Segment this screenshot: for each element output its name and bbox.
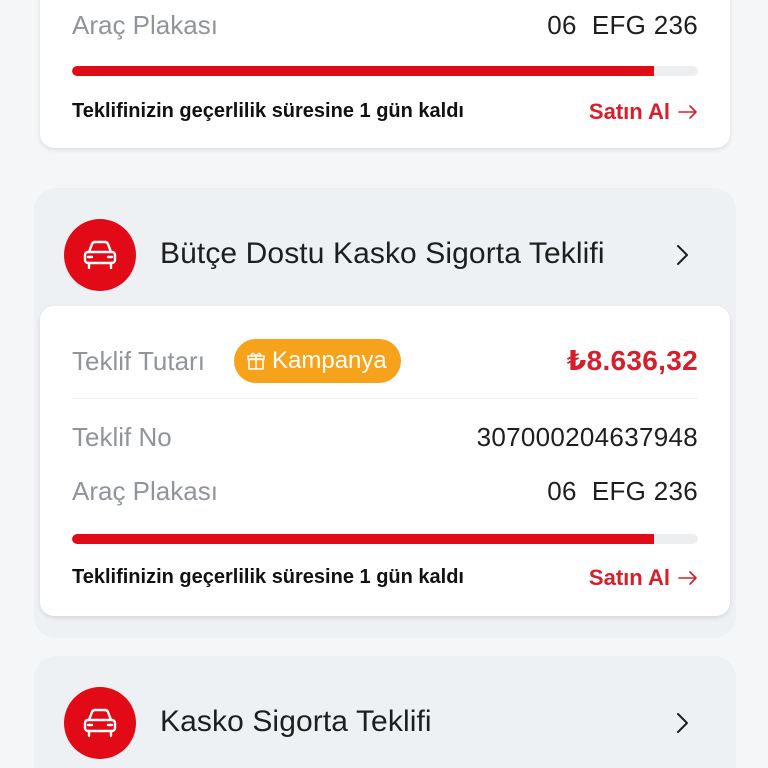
amount-label: Teklif Tutarı bbox=[72, 346, 205, 376]
validity-footer: Teklifinizin geçerlilik süresine 1 gün k… bbox=[72, 96, 698, 128]
offer-detail-card-previous: Araç Plakası 06 EFG 236 Teklifinizin geç… bbox=[40, 0, 730, 148]
buy-button[interactable]: Satın Al bbox=[589, 98, 698, 126]
car-icon bbox=[64, 219, 136, 291]
plate-label: Araç Plakası bbox=[72, 476, 218, 506]
chevron-right-icon[interactable] bbox=[670, 711, 694, 735]
offer-group-header[interactable]: Kasko Sigorta Teklifi bbox=[34, 656, 736, 768]
validity-progress-fill bbox=[72, 66, 655, 76]
validity-footer: Teklifinizin geçerlilik süresine 1 gün k… bbox=[72, 562, 698, 594]
arrow-right-icon bbox=[678, 105, 697, 119]
offers-screen: Araç Plakası 06 EFG 236 Teklifinizin geç… bbox=[0, 0, 768, 768]
amount-row: Teklif Tutarı Kampanya ₺8.636,32 bbox=[72, 339, 698, 383]
offer-group-title: Kasko Sigorta Teklifi bbox=[160, 705, 432, 738]
offer-group-kasko: Kasko Sigorta Teklifi bbox=[34, 656, 736, 768]
car-icon bbox=[64, 687, 136, 759]
campaign-badge: Kampanya bbox=[234, 339, 401, 383]
validity-progress-fill bbox=[72, 534, 655, 544]
validity-progress bbox=[72, 534, 698, 544]
offer-detail-card: Teklif Tutarı Kampanya ₺8.636,32 Teklif … bbox=[40, 306, 730, 616]
chevron-right-icon[interactable] bbox=[670, 243, 694, 267]
offer-no-value: 307000204637948 bbox=[476, 422, 698, 452]
validity-note: Teklifinizin geçerlilik süresine 1 gün k… bbox=[72, 100, 464, 122]
plate-value: 06 EFG 236 bbox=[547, 476, 698, 506]
validity-note: Teklifinizin geçerlilik süresine 1 gün k… bbox=[72, 566, 464, 588]
gift-icon bbox=[247, 352, 265, 370]
offer-no-row: Teklif No 307000204637948 bbox=[72, 418, 698, 458]
plate-label: Araç Plakası bbox=[72, 10, 218, 40]
offer-group-title: Bütçe Dostu Kasko Sigorta Teklifi bbox=[160, 237, 605, 270]
offer-amount: ₺8.636,32 bbox=[566, 345, 698, 376]
validity-progress bbox=[72, 66, 698, 76]
offer-group-header[interactable]: Bütçe Dostu Kasko Sigorta Teklifi bbox=[34, 188, 736, 306]
plate-value: 06 EFG 236 bbox=[547, 10, 698, 40]
offer-no-label: Teklif No bbox=[72, 422, 172, 452]
buy-button[interactable]: Satın Al bbox=[589, 564, 698, 592]
offer-group-budget: Bütçe Dostu Kasko Sigorta Teklifi Teklif… bbox=[34, 188, 736, 638]
plate-row: Araç Plakası 06 EFG 236 bbox=[72, 6, 698, 46]
arrow-right-icon bbox=[678, 571, 697, 585]
divider bbox=[72, 398, 698, 399]
campaign-label: Kampanya bbox=[272, 347, 387, 374]
buy-label: Satın Al bbox=[588, 565, 670, 590]
buy-label: Satın Al bbox=[588, 99, 670, 124]
plate-row: Araç Plakası 06 EFG 236 bbox=[72, 472, 698, 512]
